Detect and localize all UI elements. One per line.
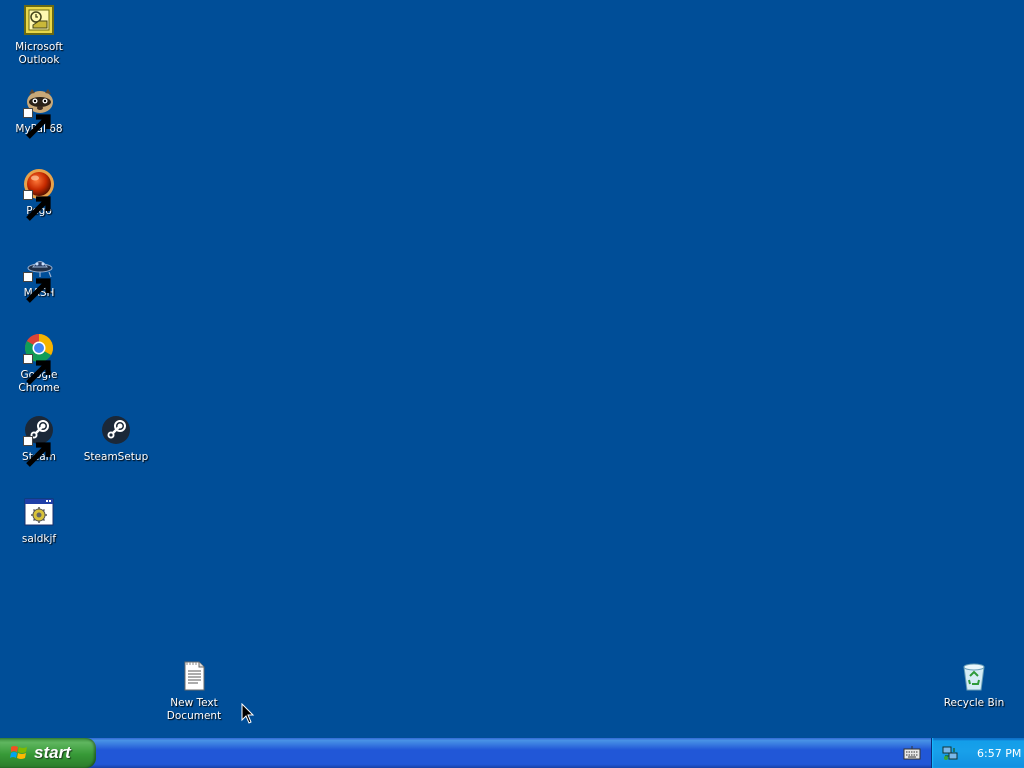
desktop-icon-label: Recycle Bin (943, 697, 1005, 709)
shortcut-arrow-icon (23, 108, 51, 139)
desktop-icon-mash[interactable]: MASH (0, 250, 78, 303)
desktop-icon-outlook[interactable]: Microsoft Outlook (0, 4, 78, 67)
keyboard-icon[interactable] (903, 746, 921, 760)
desktop-icon-label: saldkjf (21, 533, 57, 545)
steam-setup-icon (100, 414, 132, 446)
desktop[interactable]: Microsoft Outlook MyPal 68 Pego MASH Goo… (0, 0, 1024, 738)
desktop-icon-pego[interactable]: Pego (0, 168, 78, 221)
desktop-icon-steamsetup[interactable]: SteamSetup (77, 414, 155, 464)
desktop-icon-saldkjf[interactable]: saldkjf (0, 496, 78, 546)
shortcut-arrow-icon (23, 190, 51, 221)
desktop-icon-label: New Text Document (166, 697, 222, 722)
outlook-icon (23, 4, 55, 36)
taskbar: start 6:57 PM (0, 738, 1024, 768)
desktop-icon-google-chrome[interactable]: Google Chrome (0, 332, 78, 395)
system-tray: 6:57 PM (931, 738, 1024, 768)
mypal-icon (23, 86, 55, 139)
start-button[interactable]: start (0, 738, 96, 768)
recycle-bin-icon (958, 660, 990, 692)
shortcut-arrow-icon (23, 272, 51, 303)
clock[interactable]: 6:57 PM (977, 747, 1021, 760)
shortcut-arrow-icon (23, 354, 51, 385)
application-icon (23, 496, 55, 528)
steam-icon (23, 414, 55, 467)
chrome-icon (23, 332, 55, 385)
start-label: start (34, 743, 71, 762)
desktop-icon-mypal[interactable]: MyPal 68 (0, 86, 78, 139)
mash-icon (23, 250, 55, 303)
desktop-icon-new-text-document[interactable]: New Text Document (155, 660, 233, 723)
network-icon[interactable] (942, 745, 958, 761)
windows-logo-icon (10, 746, 27, 759)
mouse-pointer-icon (241, 703, 255, 724)
desktop-icon-steam[interactable]: Steam (0, 414, 78, 467)
text-document-icon (178, 660, 210, 692)
desktop-icon-label: SteamSetup (83, 451, 149, 463)
pego-icon (23, 168, 55, 221)
desktop-icon-recycle-bin[interactable]: Recycle Bin (935, 660, 1013, 710)
shortcut-arrow-icon (23, 436, 51, 467)
desktop-icon-label: Microsoft Outlook (15, 41, 63, 66)
